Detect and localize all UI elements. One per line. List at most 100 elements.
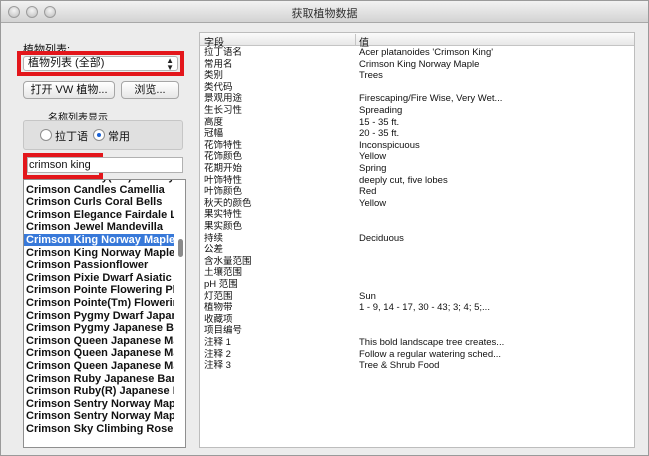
table-row[interactable]: 叶饰特性 deeply cut, five lobes	[200, 174, 634, 186]
row-value: Deciduous	[359, 232, 404, 244]
list-item[interactable]: Crimson Sky Climbing Rose	[24, 423, 174, 435]
row-field: 常用名	[204, 58, 233, 70]
radio-common[interactable]	[93, 129, 105, 141]
row-field: 植物带	[204, 302, 233, 314]
radio-latin-label[interactable]: 拉丁语	[55, 128, 88, 144]
row-value: Crimson King Norway Maple	[359, 58, 480, 70]
table-row[interactable]: 植物带 1 - 9, 14 - 17, 30 - 43; 3; 4; 5;...	[200, 302, 634, 314]
row-field: 秋天的颜色	[204, 197, 252, 209]
row-field: 拉丁语名	[204, 47, 243, 58]
row-field: 土壤范围	[204, 267, 243, 279]
plant-name-list[interactable]: Crimson Sentry(Tm) NorwayCrimson Candles…	[23, 179, 186, 448]
row-field: 类代码	[204, 81, 233, 93]
row-field: 公差	[204, 244, 224, 256]
table-row[interactable]: 注释 1 This bold landscape tree creates...	[200, 337, 634, 348]
row-value: Trees	[359, 70, 383, 82]
table-row[interactable]: 持续 Deciduous	[200, 232, 634, 244]
list-item[interactable]: Crimson Ruby Japanese Barbe	[24, 373, 174, 385]
row-value: 1 - 9, 14 - 17, 30 - 43; 3; 4; 5;...	[359, 302, 490, 314]
select-arrows-icon: ▲ ▼	[166, 56, 174, 72]
table-row[interactable]: 秋天的颜色 Yellow	[200, 197, 634, 209]
list-item[interactable]: Crimson Elegance Fairdale Lil	[24, 209, 174, 221]
list-item[interactable]: Crimson Pointe(Tm) Flowerin	[24, 297, 174, 309]
table-row[interactable]: 含水量范围	[200, 256, 634, 267]
list-item[interactable]: Crimson Ruby(R) Japanese Bar	[24, 385, 174, 397]
table-row[interactable]: 公差	[200, 244, 634, 256]
row-field: 注释 2	[204, 348, 231, 360]
table-row[interactable]: 注释 3 Tree & Shrub Food	[200, 360, 634, 372]
list-item[interactable]: Crimson Jewel Mandevilla	[24, 221, 174, 233]
row-field: 灯范围	[204, 290, 233, 302]
table-row[interactable]: 果实特性	[200, 209, 634, 221]
table-row[interactable]: 常用名 Crimson King Norway Maple	[200, 58, 634, 70]
row-value: Yellow	[359, 197, 387, 209]
search-input[interactable]: crimson king	[27, 157, 183, 173]
row-field: 花饰颜色	[204, 151, 243, 163]
table-row[interactable]: 冠幅 20 - 35 ft.	[200, 128, 634, 140]
list-item[interactable]: Crimson Passionflower	[24, 259, 174, 271]
list-item[interactable]: Crimson Curls Coral Bells	[24, 196, 174, 208]
row-field: 收藏项	[204, 313, 233, 325]
list-item[interactable]: Crimson Queen Japanese Map	[24, 347, 174, 359]
table-row[interactable]: 花饰特性 Inconspicuous	[200, 139, 634, 151]
row-value: 20 - 35 ft.	[359, 128, 400, 140]
row-field: 注释 3	[204, 360, 231, 372]
window-title: 获取植物数据	[291, 8, 358, 20]
list-item[interactable]: Crimson Sentry Norway Maple	[24, 398, 174, 410]
row-value: Follow a regular watering sched...	[359, 348, 502, 360]
row-value: Spreading	[359, 105, 403, 116]
row-value: Inconspicuous	[359, 139, 420, 151]
table-header: 字段 值	[200, 33, 634, 49]
list-item[interactable]: Crimson King Norway Maple	[24, 234, 174, 246]
table-row[interactable]: 高度 15 - 35 ft.	[200, 116, 634, 128]
table-row[interactable]: 类代码	[200, 81, 634, 93]
window: 获取植物数据 植物列表: 植物列表 (全部) ▲ ▼ 打开 VW 植物... 浏览…	[0, 0, 649, 456]
list-scrollbar-thumb[interactable]	[178, 239, 183, 257]
row-value: deeply cut, five lobes	[359, 174, 448, 186]
row-value: This bold landscape tree creates...	[359, 337, 505, 348]
row-field: 叶饰特性	[204, 174, 243, 186]
table-row[interactable]: 花期开始 Spring	[200, 163, 634, 174]
row-value: Red	[359, 186, 377, 198]
list-item[interactable]: Crimson Queen Japanese Map	[24, 335, 174, 347]
list-item[interactable]: Crimson Pygmy Japanese Bar	[24, 322, 174, 334]
list-item[interactable]: Crimson Sentry Norway Maple	[24, 410, 174, 422]
table-row[interactable]: 叶饰颜色 Red	[200, 186, 634, 198]
table-row[interactable]: 类别 Trees	[200, 70, 634, 82]
row-field: 果实特性	[204, 209, 243, 221]
radio-latin[interactable]	[40, 129, 52, 141]
table-row[interactable]: 收藏项	[200, 313, 634, 325]
table-row[interactable]: 拉丁语名 Acer platanoides 'Crimson King'	[200, 47, 634, 58]
list-scrollbar[interactable]	[177, 181, 184, 446]
browse-button[interactable]: 浏览...	[121, 81, 179, 99]
table-row[interactable]: 注释 2 Follow a regular watering sched...	[200, 348, 634, 360]
list-item[interactable]: Crimson King Norway Maple	[24, 247, 174, 259]
table-row[interactable]: 生长习性 Spreading	[200, 105, 634, 116]
table-row[interactable]: 花饰颜色 Yellow	[200, 151, 634, 163]
open-vw-plants-button[interactable]: 打开 VW 植物...	[23, 81, 115, 99]
list-item[interactable]: Crimson Sentry(Tm) Norway	[24, 180, 174, 183]
row-field: 持续	[204, 232, 224, 244]
list-item[interactable]: Crimson Pygmy Dwarf Japane	[24, 310, 174, 322]
row-field: 景观用途	[204, 93, 243, 105]
column-divider[interactable]	[355, 34, 356, 45]
radio-common-label[interactable]: 常用	[108, 128, 130, 144]
table-row[interactable]: 果实颜色	[200, 221, 634, 232]
table-row[interactable]: pH 范围	[200, 279, 634, 290]
list-item[interactable]: Crimson Queen Japanese Map	[24, 360, 174, 372]
row-field: pH 范围	[204, 279, 238, 290]
row-field: 类别	[204, 70, 224, 82]
plant-list-select[interactable]: 植物列表 (全部) ▲ ▼	[23, 56, 178, 72]
row-field: 项目编号	[204, 325, 243, 337]
list-item[interactable]: Crimson Pixie Dwarf Asiatic Li	[24, 272, 174, 284]
table-row[interactable]: 灯范围 Sun	[200, 290, 634, 302]
table-row[interactable]: 景观用途 Firescaping/Fire Wise, Very Wet...	[200, 93, 634, 105]
row-field: 冠幅	[204, 128, 224, 140]
list-item[interactable]: Crimson Candles Camellia	[24, 184, 174, 196]
list-item[interactable]: Crimson Pointe Flowering Plu	[24, 284, 174, 296]
table-row[interactable]: 项目编号	[200, 325, 634, 337]
table-row[interactable]: 土壤范围	[200, 267, 634, 279]
row-field: 果实颜色	[204, 221, 243, 232]
row-field: 高度	[204, 116, 224, 128]
row-field: 花期开始	[204, 163, 243, 174]
